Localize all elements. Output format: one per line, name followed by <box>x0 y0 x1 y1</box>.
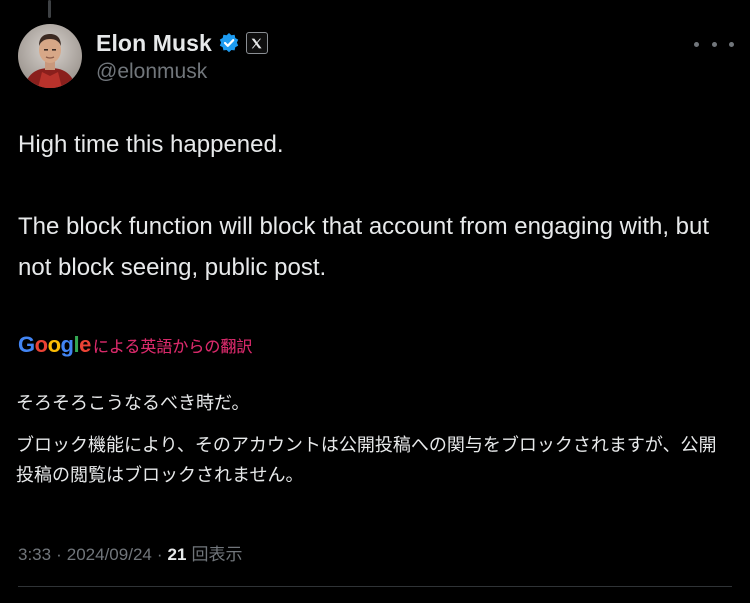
avatar[interactable] <box>18 24 82 88</box>
tweet-text: High time this happened. The block funct… <box>18 124 730 288</box>
dot <box>729 41 734 47</box>
google-logo: Google <box>18 332 91 357</box>
author-handle[interactable]: @elonmusk <box>96 60 207 84</box>
views-label: 回表示 <box>191 545 243 564</box>
translated-text: そろそろこうなるべき時だ。 ブロック機能により、そのアカウントは公開投稿への関与… <box>16 388 732 490</box>
dot <box>711 41 717 47</box>
x-logo-icon[interactable] <box>245 32 268 54</box>
tweet-time[interactable]: 3:33 <box>18 545 51 565</box>
author-display-name[interactable]: Elon Musk <box>96 30 212 57</box>
author-name-row: Elon Musk <box>96 28 268 58</box>
views-count[interactable]: 21 <box>168 545 187 565</box>
meta-separator: · <box>156 545 163 564</box>
tweet-metadata: 3:33 · 2024/09/24 · 21 回表示 <box>18 540 242 565</box>
thread-connector-line <box>48 0 51 18</box>
tweet-paragraph: The block function will block that accou… <box>18 213 710 281</box>
translation-label: による英語からの翻訳 <box>93 333 253 357</box>
translation-attribution[interactable]: Google による英語からの翻訳 <box>18 332 252 358</box>
verified-badge-icon <box>218 32 240 54</box>
divider <box>18 586 732 587</box>
more-options-icon[interactable] <box>694 34 734 54</box>
tweet-date[interactable]: 2024/09/24 <box>67 545 152 565</box>
tweet-paragraph: High time this happened. <box>18 131 284 158</box>
avatar-image <box>18 24 82 88</box>
translated-paragraph: そろそろこうなるべき時だ。 <box>16 393 250 413</box>
dot <box>694 41 699 47</box>
translated-paragraph: ブロック機能により、そのアカウントは公開投稿への関与をブロックされますが、公開投… <box>16 435 717 485</box>
meta-separator: · <box>56 545 62 564</box>
